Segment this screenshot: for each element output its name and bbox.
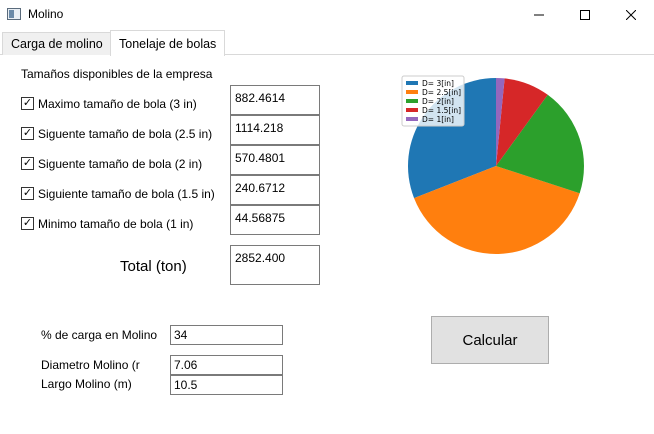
checkbox-ball-3in[interactable]: ✓ <box>21 97 34 110</box>
sizes-heading: Tamaños disponibles de la empresa <box>21 67 213 81</box>
calculate-button[interactable]: Calcular <box>431 316 549 364</box>
value-ball-3in: 882.4614 <box>230 85 320 115</box>
chart-legend: D= 3[in]D= 2.5[in]D= 2[in]D= 1.5[in]D= 1… <box>401 75 465 127</box>
checkbox-ball-1-5in[interactable]: ✓ <box>21 187 34 200</box>
length-input[interactable]: 10.5 <box>170 375 283 395</box>
legend-swatch-1 <box>406 90 418 94</box>
value-ball-2-5in: 1114.218 <box>230 115 320 145</box>
checkbox-ball-2-5in[interactable]: ✓ <box>21 127 34 140</box>
load-label: % de carga en Molino <box>41 328 158 342</box>
minimize-icon <box>534 14 544 16</box>
minimize-button[interactable] <box>516 0 562 30</box>
legend-swatch-2 <box>406 99 418 103</box>
diameter-input[interactable]: 7.06 <box>170 355 283 375</box>
label-ball-3in: Maximo tamaño de bola (3 in) <box>38 97 197 111</box>
close-button[interactable] <box>608 0 654 30</box>
ball-tonnage-pie-chart: D= 3[in]D= 2.5[in]D= 2[in]D= 1.5[in]D= 1… <box>401 75 584 254</box>
legend-label-2: D= 2[in] <box>422 97 454 106</box>
maximize-button[interactable] <box>562 0 608 30</box>
length-label: Largo Molino (m) <box>41 377 132 391</box>
title-bar: Molino <box>0 0 654 30</box>
load-input[interactable]: 34 <box>170 325 283 345</box>
legend-label-1: D= 2.5[in] <box>422 88 461 97</box>
legend-swatch-0 <box>406 81 418 85</box>
app-window-icon <box>7 8 21 20</box>
total-value: 2852.400 <box>230 245 320 285</box>
window-title: Molino <box>28 7 64 21</box>
checkbox-ball-2in[interactable]: ✓ <box>21 157 34 170</box>
tab-carga-de-molino[interactable]: Carga de molino <box>2 32 112 55</box>
tab-strip: Carga de molino Tonelaje de bolas <box>0 30 654 56</box>
value-ball-1-5in: 240.6712 <box>230 175 320 205</box>
diameter-label: Diametro Molino (r <box>41 358 140 372</box>
tab-tonelaje-de-bolas[interactable]: Tonelaje de bolas <box>110 30 226 56</box>
checkbox-ball-1in[interactable]: ✓ <box>21 217 34 230</box>
maximize-icon <box>580 10 590 20</box>
legend-swatch-3 <box>406 108 418 112</box>
legend-label-0: D= 3[in] <box>422 79 454 88</box>
legend-label-3: D= 1.5[in] <box>422 106 461 115</box>
legend-label-4: D= 1[in] <box>422 115 454 124</box>
legend-swatch-4 <box>406 117 418 121</box>
label-ball-2in: Siguente tamaño de bola (2 in) <box>38 157 203 171</box>
label-ball-1-5in: Siguiente tamaño de bola (1.5 in) <box>38 187 215 201</box>
close-icon <box>626 10 636 20</box>
value-ball-2in: 570.4801 <box>230 145 320 175</box>
total-label: Total (ton) <box>120 258 187 275</box>
label-ball-1in: Minimo tamaño de bola (1 in) <box>38 217 194 231</box>
label-ball-2-5in: Siguente tamaño de bola (2.5 in) <box>38 127 213 141</box>
value-ball-1in: 44.56875 <box>230 205 320 235</box>
